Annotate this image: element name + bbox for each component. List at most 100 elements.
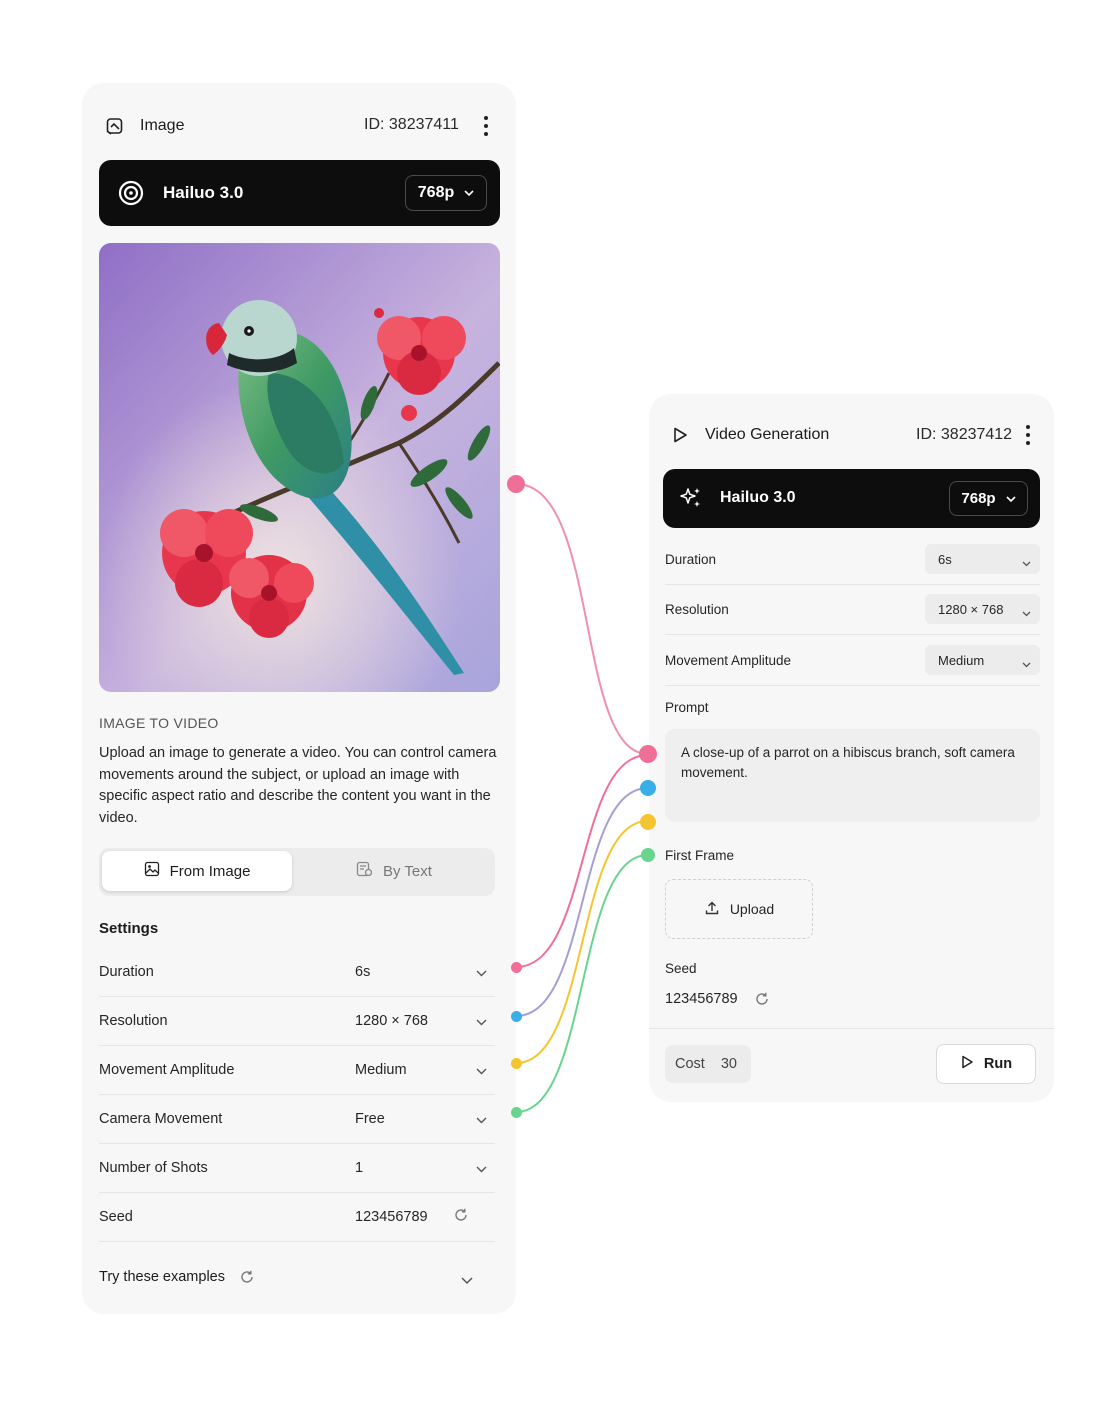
chevron-down-icon	[476, 1112, 487, 1128]
select-value: Medium	[938, 652, 985, 668]
prompt-label: Prompt	[665, 700, 709, 715]
kebab-menu-icon[interactable]	[483, 116, 489, 136]
param-row-duration: Duration 6s	[665, 534, 1040, 585]
kebab-menu-icon[interactable]	[1025, 425, 1031, 445]
chevron-down-icon	[476, 965, 487, 981]
resolution-dropdown[interactable]: 768p	[949, 481, 1028, 516]
setting-row-number-of-shots[interactable]: Number of Shots 1	[99, 1143, 495, 1193]
duration-output-port[interactable]	[511, 962, 522, 973]
tab-by-text[interactable]: By Text	[299, 851, 489, 891]
text-image-icon	[356, 861, 373, 881]
image-node-header: Image	[104, 115, 184, 137]
duration-select[interactable]: 6s	[925, 544, 1040, 574]
play-icon	[960, 1055, 974, 1073]
model-selector[interactable]: Hailuo 3.0 768p	[663, 469, 1040, 528]
video-node-id: ID: 38237412	[916, 426, 1013, 443]
wire-image-to-first-frame	[515, 483, 649, 755]
try-examples[interactable]: Try these examples	[99, 1263, 495, 1291]
seed-label: Seed	[665, 961, 697, 976]
select-value: 1280 × 768	[938, 601, 1004, 617]
setting-value: Medium	[355, 1061, 407, 1078]
refresh-icon[interactable]	[453, 1207, 469, 1227]
setting-label: Resolution	[99, 1012, 168, 1029]
refresh-icon[interactable]	[239, 1269, 255, 1285]
model-name: Hailuo 3.0	[720, 489, 796, 506]
run-button[interactable]: Run	[936, 1044, 1036, 1084]
setting-value: 1	[355, 1159, 364, 1176]
refresh-icon[interactable]	[754, 991, 770, 1007]
upload-icon	[704, 900, 720, 919]
chevron-down-icon	[1022, 605, 1031, 620]
model-selector[interactable]: Hailuo 3.0 768p	[99, 160, 500, 226]
chevron-down-icon	[464, 184, 474, 202]
chevron-down-icon	[1006, 490, 1016, 507]
resolution-select[interactable]: 1280 × 768	[925, 594, 1040, 624]
upload-label: Upload	[729, 901, 775, 917]
wire-duration	[515, 754, 649, 968]
camera-input-port[interactable]	[641, 848, 655, 862]
upload-button[interactable]: Upload	[665, 879, 813, 939]
setting-row-duration[interactable]: Duration 6s	[99, 947, 495, 997]
section-kicker: IMAGE TO VIDEO	[99, 715, 219, 731]
cost-value: 30	[720, 1056, 737, 1072]
param-label: Resolution	[665, 601, 729, 617]
resolution-value: 768p	[417, 184, 455, 201]
chevron-down-icon	[476, 1014, 487, 1030]
select-value: 6s	[938, 551, 952, 567]
wire-camera	[515, 854, 649, 1113]
param-row-movement-amplitude: Movement Amplitude Medium	[665, 635, 1040, 686]
camera-output-port[interactable]	[511, 1107, 522, 1118]
resolution-output-port[interactable]	[511, 1011, 522, 1022]
setting-label: Camera Movement	[99, 1110, 223, 1127]
section-description: Upload an image to generate a video. You…	[99, 745, 497, 826]
chevron-down-icon	[1022, 656, 1031, 671]
movement-output-port[interactable]	[511, 1058, 522, 1069]
parrot-image	[99, 243, 500, 692]
sparkles-icon	[679, 486, 703, 515]
run-label: Run	[983, 1056, 1013, 1072]
chevron-down-icon[interactable]	[461, 1273, 473, 1289]
resolution-input-port[interactable]	[640, 780, 656, 796]
cost-badge: Cost 30	[665, 1045, 751, 1083]
param-label: Duration	[665, 551, 717, 567]
tab-from-image-label: From Image	[169, 862, 251, 880]
chevron-down-icon	[476, 1063, 487, 1079]
movement-amplitude-select[interactable]: Medium	[925, 645, 1040, 675]
tab-by-text-label: By Text	[383, 862, 432, 880]
seed-field[interactable]: 123456789	[665, 991, 770, 1007]
video-node-card: Video Generation ID: 38237412 Hailuo 3.0…	[649, 394, 1054, 1102]
setting-value: 1280 × 768	[355, 1012, 428, 1029]
wire-movement	[515, 820, 649, 1064]
image-node-id: ID: 38237411	[364, 116, 459, 133]
resolution-value: 768p	[961, 490, 996, 507]
prompt-textarea[interactable]: A close-up of a parrot on a hibiscus bra…	[665, 729, 1040, 822]
play-icon	[669, 424, 691, 446]
first-frame-input-port[interactable]	[639, 745, 657, 763]
setting-value: 123456789	[355, 1208, 428, 1225]
chevron-down-icon	[1022, 555, 1031, 570]
resolution-dropdown[interactable]: 768p	[405, 175, 487, 211]
footer-divider	[649, 1028, 1054, 1029]
setting-row-camera-movement[interactable]: Camera Movement Free	[99, 1094, 495, 1144]
image-node-title: Image	[140, 117, 185, 134]
image-output-port[interactable]	[507, 475, 525, 493]
video-node-header: Video Generation	[669, 424, 829, 446]
video-node-title: Video Generation	[705, 426, 830, 443]
first-frame-label: First Frame	[665, 848, 734, 863]
settings-title: Settings	[99, 920, 159, 937]
tab-from-image[interactable]: From Image	[102, 851, 292, 891]
param-label: Movement Amplitude	[665, 652, 792, 668]
setting-label: Seed	[99, 1208, 133, 1225]
setting-row-resolution[interactable]: Resolution 1280 × 768	[99, 996, 495, 1046]
try-examples-label: Try these examples	[99, 1269, 225, 1285]
spiral-logo-icon	[117, 179, 145, 212]
model-name: Hailuo 3.0	[163, 183, 244, 202]
image-icon	[144, 861, 160, 881]
setting-value: 6s	[355, 963, 371, 980]
setting-label: Number of Shots	[99, 1159, 208, 1176]
input-mode-toggle: From Image By Text	[99, 848, 495, 896]
setting-row-movement-amplitude[interactable]: Movement Amplitude Medium	[99, 1045, 495, 1095]
movement-input-port[interactable]	[640, 814, 656, 830]
setting-row-seed[interactable]: Seed 123456789	[99, 1192, 495, 1242]
setting-label: Movement Amplitude	[99, 1061, 235, 1078]
